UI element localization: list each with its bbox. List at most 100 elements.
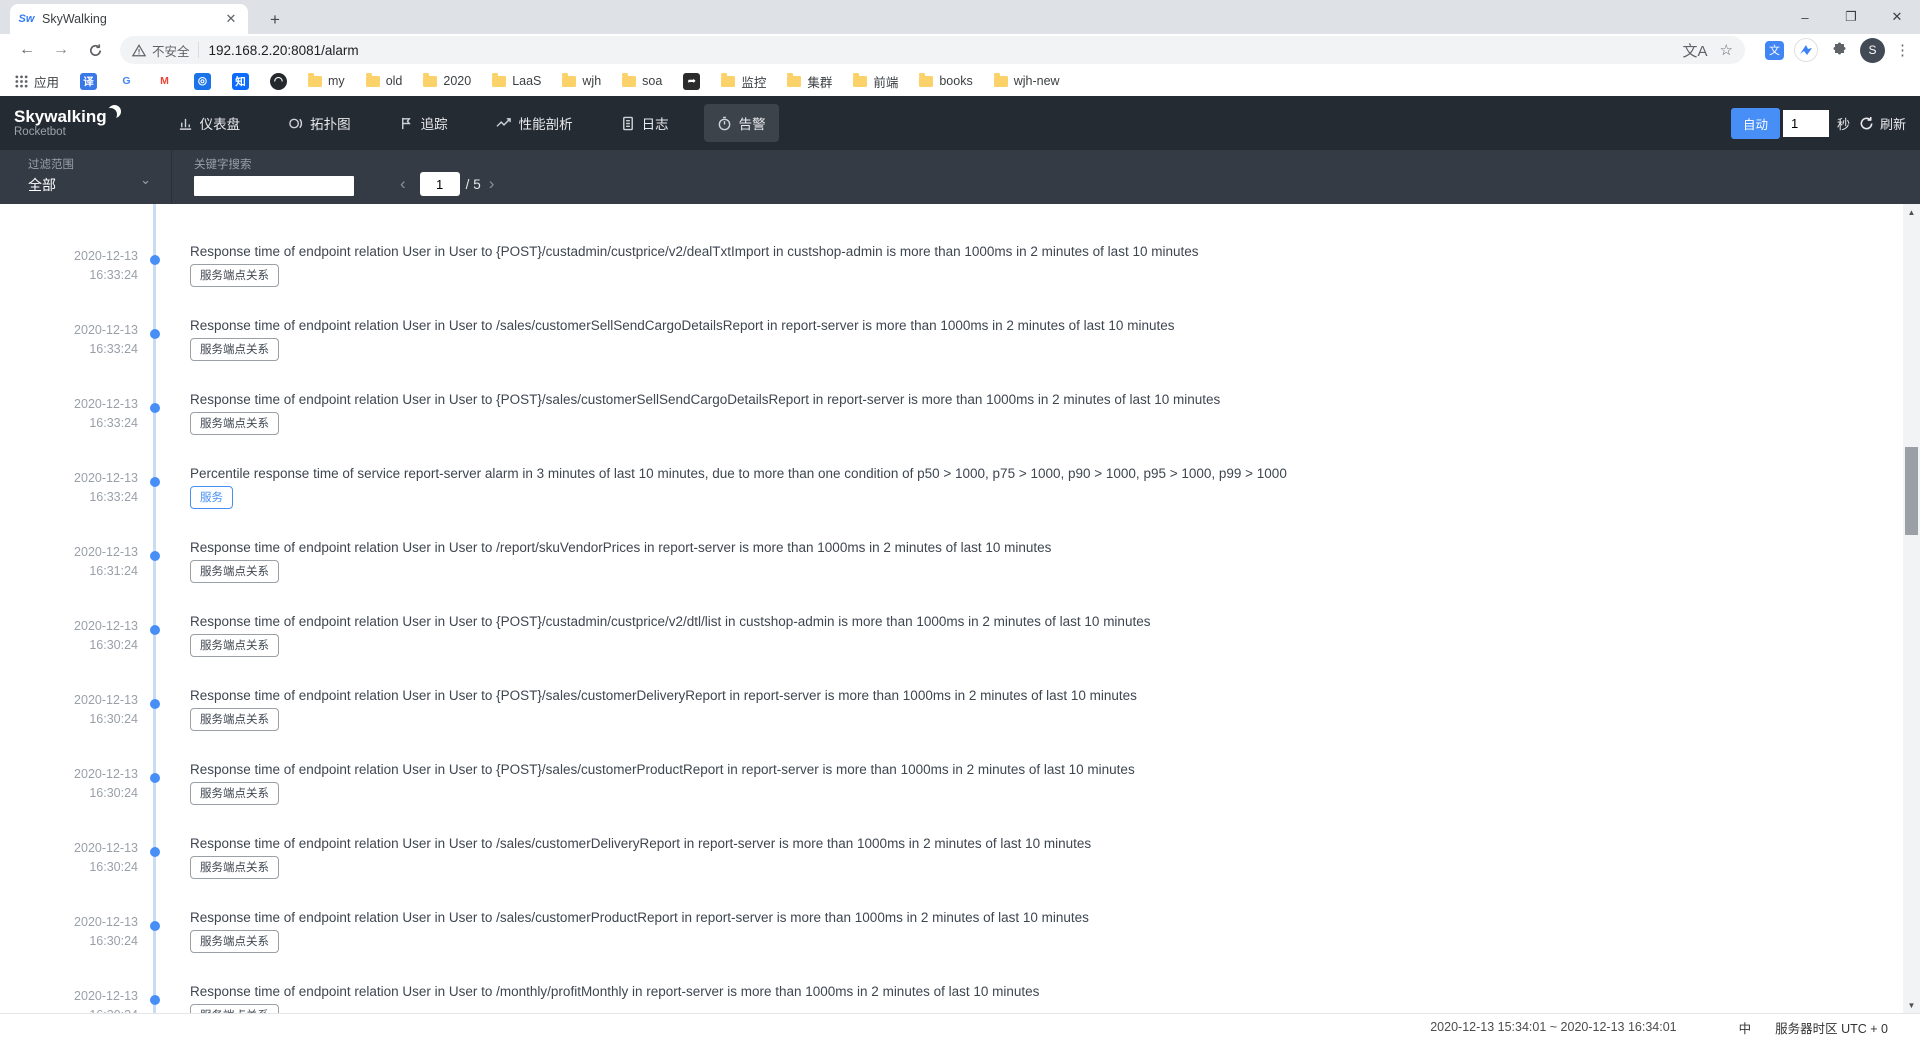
bookmark-folder-wjh[interactable]: wjh (557, 72, 606, 90)
scope-dropdown[interactable]: 过滤范围 全部 ⌄ (0, 150, 172, 204)
scrollbar-thumb[interactable] (1905, 447, 1918, 535)
timeline-dot-icon (150, 995, 160, 1005)
alarm-time: 16:31:24 (0, 562, 138, 581)
new-tab-button[interactable]: + (262, 7, 288, 33)
refresh-icon[interactable] (1859, 116, 1874, 131)
page-number-input[interactable] (420, 172, 460, 196)
menu-item-profile[interactable]: 性能剖析 (483, 104, 586, 142)
menu-item-trace[interactable]: 追踪 (386, 104, 461, 142)
back-icon[interactable]: ← (14, 37, 40, 63)
bookmark-gmail-site[interactable]: M (151, 71, 178, 92)
alarm-date: 2020-12-13 (0, 765, 138, 784)
alarm-message: Response time of endpoint relation User … (190, 614, 1903, 629)
refresh-interval-input[interactable] (1783, 110, 1829, 137)
browser-address-bar: ← → 不安全 192.168.2.20:8081/alarm 文A ☆ 文 S… (0, 34, 1920, 66)
bookmark-folder-frontend[interactable]: 前端 (848, 70, 903, 93)
extensions-puzzle-icon[interactable] (1830, 41, 1849, 60)
folder-icon (721, 76, 735, 87)
alarm-time: 16:33:24 (0, 488, 138, 507)
alarm-row: 2020-12-13 16:33:24 Response time of end… (0, 386, 1903, 460)
menu-item-alarm[interactable]: 告警 (704, 104, 779, 142)
alarm-row: 2020-12-13 16:30:24 Response time of end… (0, 830, 1903, 904)
page-scrollbar[interactable]: ▲ ▼ (1903, 204, 1920, 1013)
alarm-date: 2020-12-13 (0, 321, 138, 340)
browser-tab[interactable]: Sw SkyWalking ✕ (10, 4, 248, 34)
bookmark-share-site[interactable]: ➦ (678, 71, 705, 92)
skywalking-favicon-icon: Sw (18, 11, 35, 28)
alarm-scope-tag: 服务端点关系 (190, 634, 279, 657)
bookmark-folder-my[interactable]: my (303, 72, 350, 90)
chevron-down-icon: ⌄ (140, 172, 151, 188)
timeline-dot-icon (150, 773, 160, 783)
time-range-label: 2020-12-13 15:34:01 ~ 2020-12-13 16:34:0… (1430, 1020, 1676, 1034)
alarm-timestamp: 2020-12-13 16:30:24 (0, 617, 138, 655)
bookmark-folder-cluster[interactable]: 集群 (782, 70, 837, 93)
alarm-row: 2020-12-13 16:33:24 Response time of end… (0, 312, 1903, 386)
alarm-message: Response time of endpoint relation User … (190, 318, 1903, 333)
refresh-controls: 自动 秒 刷新 (1731, 96, 1906, 150)
tab-close-icon[interactable]: ✕ (222, 10, 240, 28)
chrome-menu-icon[interactable]: ⋮ (1895, 41, 1910, 59)
keyword-search-label: 关键字搜索 (194, 156, 354, 172)
bookmark-folder-monitor[interactable]: 监控 (716, 70, 771, 93)
window-minimize-button[interactable]: – (1782, 0, 1828, 34)
translate-extension-icon[interactable]: 文 (1765, 41, 1784, 60)
alarm-timestamp: 2020-12-13 16:30:24 (0, 987, 138, 1013)
auto-refresh-button[interactable]: 自动 (1731, 108, 1780, 139)
alarm-message: Percentile response time of service repo… (190, 466, 1903, 481)
apps-grid-icon (15, 75, 28, 88)
alarm-row: 2020-12-13 16:30:24 Response time of end… (0, 978, 1903, 1013)
url-text: 192.168.2.20:8081/alarm (209, 43, 1671, 58)
bird-extension-icon[interactable] (1794, 38, 1818, 62)
alarm-message: Response time of endpoint relation User … (190, 540, 1903, 555)
keyword-search-input[interactable] (194, 176, 354, 196)
logo-title: Skywalking (14, 108, 107, 126)
timeline-dot-icon (150, 329, 160, 339)
translate-page-icon[interactable]: 文A (1683, 40, 1708, 61)
alarm-time: 16:30:24 (0, 932, 138, 951)
folder-icon (919, 76, 933, 87)
bookmark-camera-site[interactable]: ◎ (189, 71, 216, 92)
scroll-up-icon[interactable]: ▲ (1903, 204, 1920, 220)
window-restore-button[interactable]: ❐ (1828, 0, 1874, 34)
bookmark-star-icon[interactable]: ☆ (1720, 41, 1733, 59)
bookmark-folder-books[interactable]: books (914, 72, 977, 90)
bookmark-github-site[interactable]: ◠ (265, 71, 292, 92)
bookmark-folder-2020[interactable]: 2020 (418, 72, 476, 90)
scroll-down-icon[interactable]: ▼ (1903, 997, 1920, 1013)
alarm-scope-tag: 服务 (190, 486, 233, 509)
reload-icon[interactable] (82, 37, 108, 63)
skywalking-logo[interactable]: Skywalking Rocketbot (14, 108, 121, 138)
bookmark-folder-soa[interactable]: soa (617, 72, 667, 90)
bookmark-google-site[interactable]: G (113, 71, 140, 92)
trace-icon (399, 116, 414, 131)
bookmark-folder-old[interactable]: old (361, 72, 408, 90)
forward-icon[interactable]: → (48, 37, 74, 63)
bookmark-folder-wjh-new[interactable]: wjh-new (989, 72, 1065, 90)
alarm-date: 2020-12-13 (0, 395, 138, 414)
bookmark-zhihu-site[interactable]: 知 (227, 71, 254, 92)
timeline-dot-icon (150, 477, 160, 487)
refresh-label[interactable]: 刷新 (1880, 114, 1906, 133)
log-icon (621, 116, 635, 131)
apps-grid-item[interactable]: 应用 (10, 70, 64, 93)
alarm-message: Response time of endpoint relation User … (190, 910, 1903, 925)
main-menu: 仪表盘 拓扑图 追踪 性能剖析 日志 (165, 104, 801, 142)
menu-item-dashboard[interactable]: 仪表盘 (165, 104, 254, 142)
menu-item-topology[interactable]: 拓扑图 (275, 104, 364, 142)
alarm-date: 2020-12-13 (0, 469, 138, 488)
next-page-icon[interactable]: › (481, 174, 503, 194)
prev-page-icon[interactable]: ‹ (392, 174, 414, 194)
language-toggle[interactable]: 中 (1739, 1018, 1752, 1037)
alarm-scope-tag: 服务端点关系 (190, 708, 279, 731)
alarm-timestamp: 2020-12-13 16:30:24 (0, 839, 138, 877)
alarm-row: 2020-12-13 16:30:24 Response time of end… (0, 904, 1903, 978)
omnibox[interactable]: 不安全 192.168.2.20:8081/alarm 文A ☆ (120, 36, 1745, 64)
alarm-row: 2020-12-13 16:30:24 Response time of end… (0, 682, 1903, 756)
bookmark-translate-site[interactable]: 译 (75, 71, 102, 92)
alarm-row: 2020-12-13 16:31:24 Response time of end… (0, 534, 1903, 608)
bookmark-folder-laas[interactable]: LaaS (487, 72, 546, 90)
menu-item-log[interactable]: 日志 (608, 104, 682, 142)
window-close-button[interactable]: ✕ (1874, 0, 1920, 34)
profile-avatar[interactable]: S (1860, 38, 1885, 63)
